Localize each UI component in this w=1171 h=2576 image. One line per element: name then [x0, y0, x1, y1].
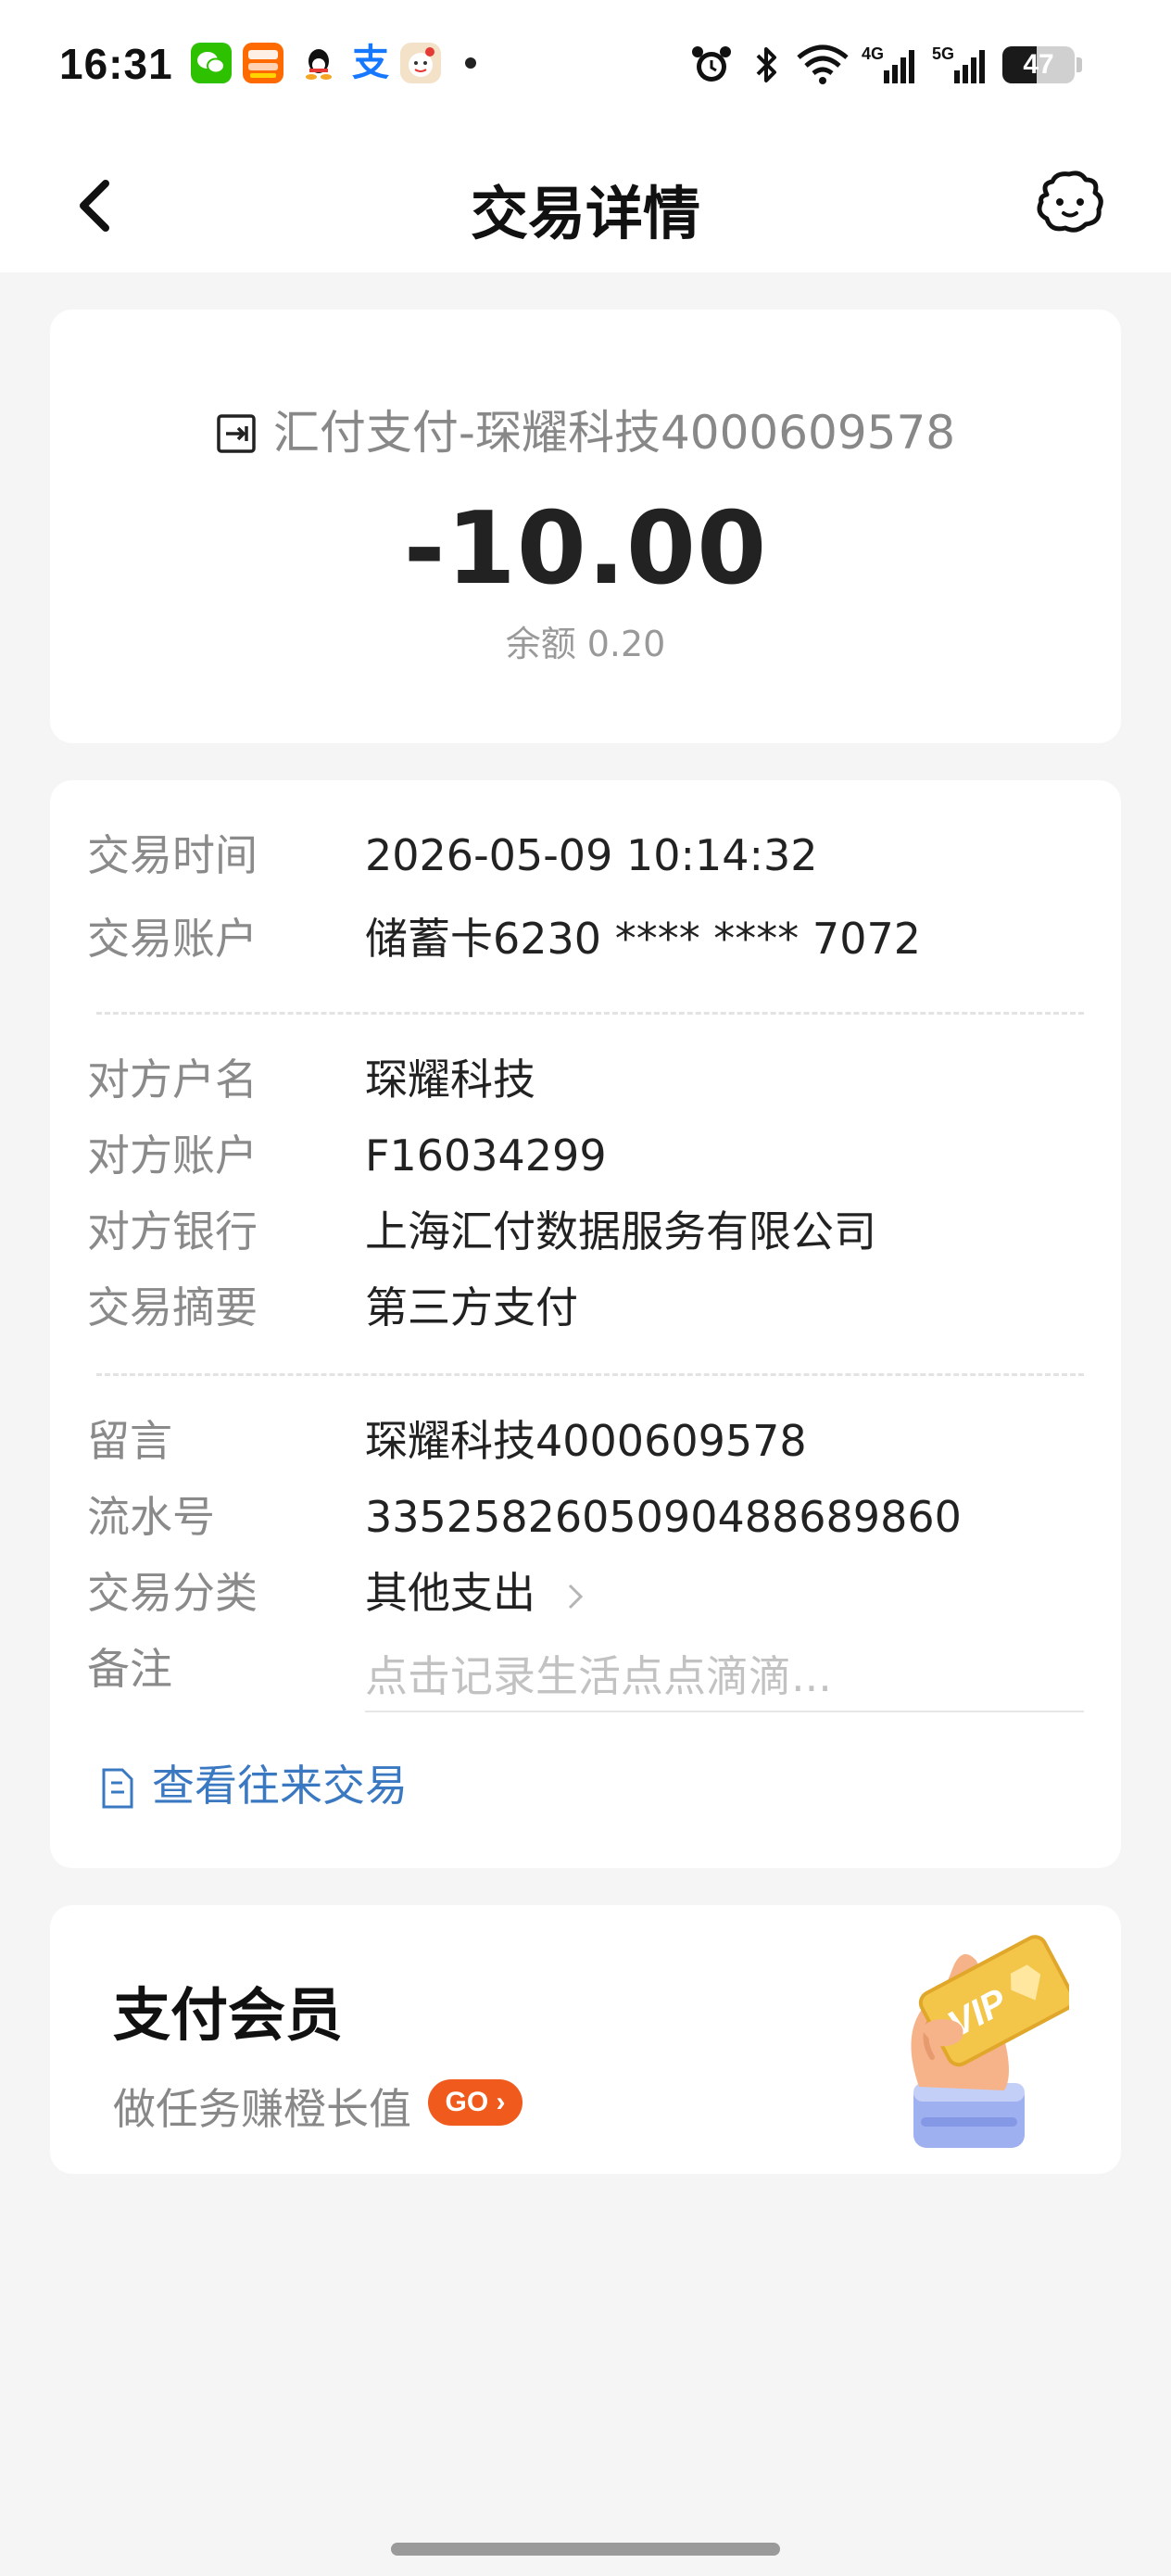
- battery-icon: 47: [1002, 46, 1082, 83]
- dashed-divider: [96, 1012, 1084, 1015]
- counterparty-name: 琛耀科技: [365, 1054, 535, 1105]
- detail-row-note: 备注 点击记录生活点点滴滴...: [87, 1636, 1084, 1716]
- counterparty-account: F16034299: [365, 1130, 607, 1181]
- promo-title: 支付会员: [113, 1981, 344, 2049]
- serial-number: 335258260509048868986​0: [365, 1492, 962, 1542]
- detail-label: 备注: [87, 1644, 172, 1694]
- merchant-name: 汇付支付-琛耀科技4000609578: [272, 406, 956, 460]
- detail-label: 交易摘要: [87, 1282, 258, 1332]
- signal-5g-icon: 5G: [932, 43, 988, 87]
- bluetooth-icon: [750, 43, 782, 87]
- transaction-amount: -10.00: [403, 491, 768, 607]
- detail-row-category[interactable]: 交易分类 其他支出: [87, 1560, 1084, 1625]
- merchant-row: 汇付支付-琛耀科技4000609578: [50, 400, 1121, 465]
- signal-4g-icon: 4G: [862, 43, 917, 87]
- transaction-time: 2026-05-09 10:14:32: [365, 830, 818, 880]
- balance-value: 0.20: [586, 624, 666, 664]
- detail-label: 留言: [87, 1416, 172, 1466]
- detail-label: 对方银行: [87, 1206, 258, 1256]
- wechat-icon: [191, 43, 232, 83]
- taobao-icon: [243, 43, 283, 83]
- note-input[interactable]: 点击记录生活点点滴滴...: [365, 1644, 832, 1709]
- qq-icon: [298, 43, 339, 83]
- battery-level: 47: [1023, 49, 1054, 80]
- balance-label: 余额: [505, 624, 576, 664]
- transfer-out-icon: [217, 414, 256, 453]
- counterparty-bank: 上海汇付数据服务有限公司: [365, 1206, 876, 1256]
- customer-service-icon: [1037, 170, 1103, 233]
- more-notifications-dot: [465, 57, 476, 69]
- transaction-summary-card: 汇付支付-琛耀科技4000609578 -10.00 余额 0.20: [50, 309, 1121, 743]
- promo-go-button[interactable]: GO ›: [428, 2079, 523, 2126]
- status-bar: 16:31 支 4G 5G 47: [0, 0, 1171, 139]
- transaction-detail-card: 交易时间 2026-05-09 10:14:32 交易账户 储蓄卡6230 **…: [50, 780, 1121, 1868]
- detail-row-message: 留言 琛耀科技4000609578: [87, 1408, 1084, 1473]
- detail-label: 交易分类: [87, 1568, 258, 1618]
- detail-row-counterparty-account: 对方账户 F16034299: [87, 1123, 1084, 1188]
- wifi-icon: [795, 43, 850, 87]
- customer-service-button[interactable]: [1028, 167, 1112, 241]
- detail-row-counterparty-name: 对方户名 琛耀科技: [87, 1047, 1084, 1112]
- svg-text:4G: 4G: [862, 44, 884, 63]
- document-icon: [102, 1768, 133, 1809]
- system-icons: 4G 5G 47: [689, 43, 1115, 89]
- nav-bar: 交易详情: [0, 139, 1171, 272]
- transaction-summary: 第三方支付: [365, 1282, 578, 1332]
- status-time: 16:31: [59, 40, 173, 88]
- detail-row-time: 交易时间 2026-05-09 10:14:32: [87, 823, 1084, 888]
- detail-row-serial: 流水号 335258260509048868986​0: [87, 1484, 1084, 1549]
- detail-row-account: 交易账户 储蓄卡6230 **** **** 7072: [87, 906, 1084, 971]
- alipay-icon: 支: [352, 42, 389, 84]
- transaction-account: 储蓄卡6230 **** **** 7072: [365, 914, 921, 964]
- gesture-area: [0, 2524, 1171, 2576]
- page-title: 交易详情: [470, 180, 700, 247]
- go-label: GO: [445, 2087, 489, 2117]
- detail-row-counterparty-bank: 对方银行 上海汇付数据服务有限公司: [87, 1199, 1084, 1264]
- detail-label: 交易账户: [87, 914, 258, 964]
- app-icon: [400, 43, 441, 83]
- detail-row-summary: 交易摘要 第三方支付: [87, 1275, 1084, 1340]
- detail-label: 对方账户: [87, 1130, 258, 1181]
- category-selector[interactable]: 其他支出: [365, 1560, 585, 1625]
- home-gesture-bar[interactable]: [391, 2543, 780, 2556]
- detail-label: 流水号: [87, 1492, 215, 1542]
- membership-promo-card[interactable]: 支付会员 做任务赚橙长值 GO › VIP: [50, 1905, 1121, 2174]
- transaction-message: 琛耀科技4000609578: [365, 1416, 807, 1466]
- vip-card-hand-icon: VIP: [911, 1935, 1069, 2148]
- chevron-right-icon: [568, 1584, 583, 1609]
- promo-subtitle: 做任务赚橙长值: [113, 2084, 411, 2134]
- dashed-divider: [96, 1373, 1084, 1376]
- note-underline: [365, 1711, 1084, 1712]
- alarm-icon: [689, 43, 734, 87]
- svg-text:5G: 5G: [932, 44, 954, 63]
- transaction-detail-page: 16:31 支 4G 5G 47 交易详情 汇付支付-琛耀科技400060957…: [0, 0, 1171, 2576]
- detail-label: 交易时间: [87, 830, 258, 880]
- view-related-transactions-label: 查看往来交易: [152, 1761, 408, 1811]
- category-value: 其他支出: [365, 1568, 535, 1618]
- detail-label: 对方户名: [87, 1054, 258, 1105]
- balance-row: 余额 0.20: [50, 615, 1121, 666]
